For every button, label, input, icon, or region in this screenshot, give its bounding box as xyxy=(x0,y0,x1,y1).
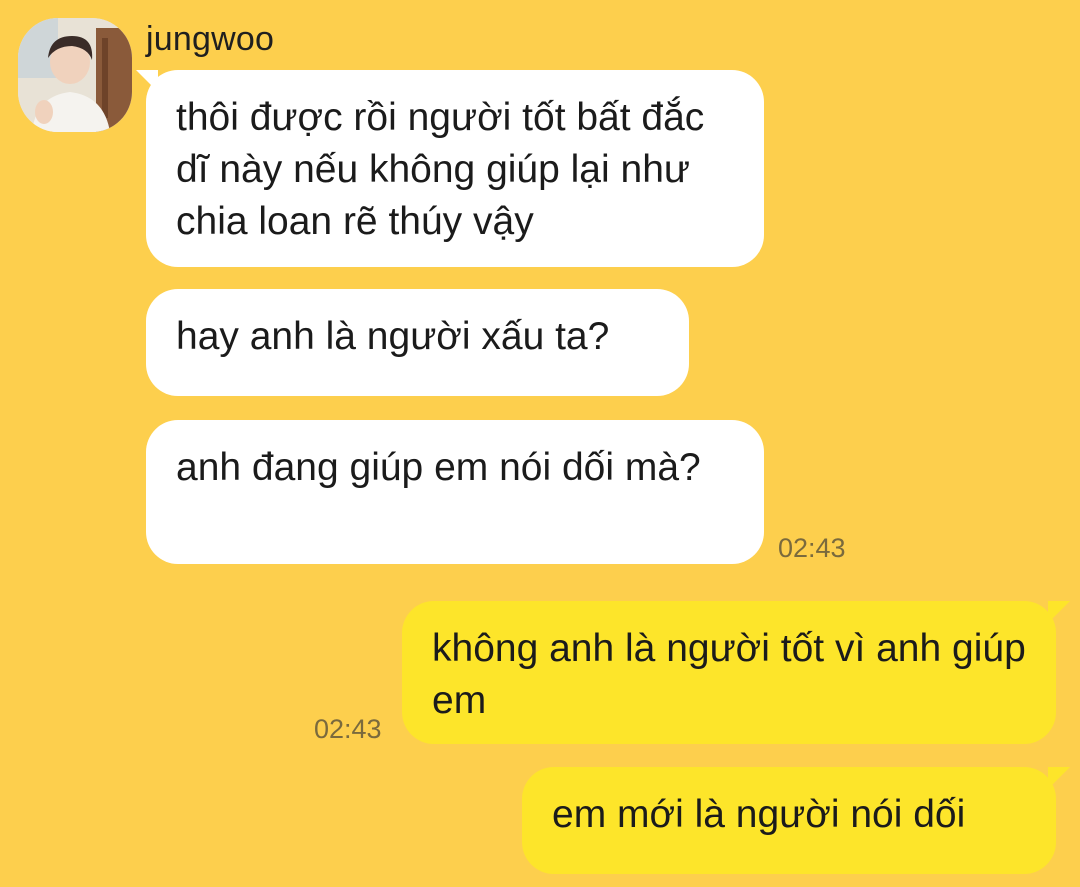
outgoing-message[interactable]: em mới là người nói dối xyxy=(522,767,1056,874)
avatar[interactable] xyxy=(18,18,132,132)
incoming-message[interactable]: anh đang giúp em nói dối mà? xyxy=(146,420,764,564)
outgoing-message[interactable]: không anh là người tốt vì anh giúp em xyxy=(402,601,1056,744)
avatar-photo-icon xyxy=(18,18,132,132)
incoming-message[interactable]: hay anh là người xấu ta? xyxy=(146,289,689,396)
chat-thread: jungwoo thôi được rồi người tốt bất đắc … xyxy=(0,0,1080,887)
message-timestamp: 02:43 xyxy=(314,714,382,744)
message-timestamp: 02:43 xyxy=(778,533,846,563)
incoming-message[interactable]: thôi được rồi người tốt bất đắc dĩ này n… xyxy=(146,70,764,267)
contact-name: jungwoo xyxy=(146,20,275,58)
